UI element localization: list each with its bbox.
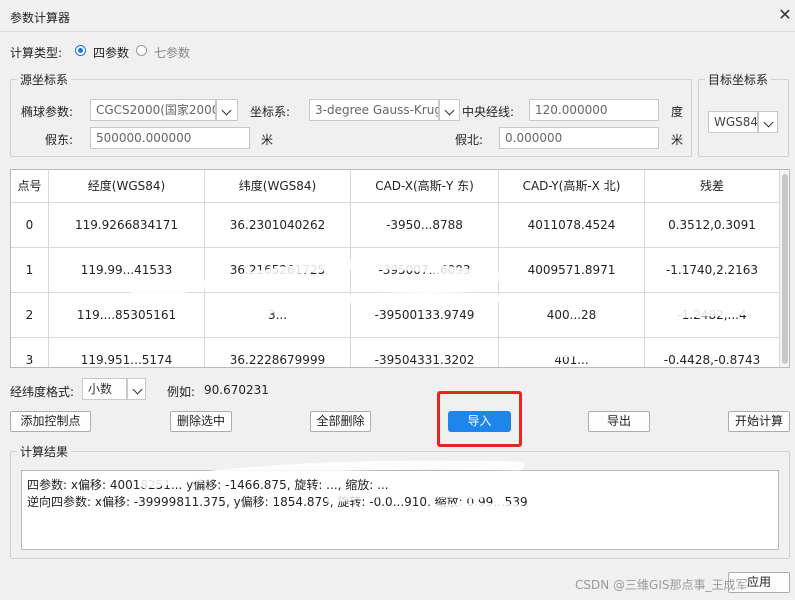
example-value: 90.670231 [204,383,269,397]
radio-four-param-label[interactable]: 四参数 [93,44,129,61]
false-east-unit: 米 [261,133,274,147]
table-cell[interactable]: 4009571.8971 [499,248,645,293]
column-header-latitude[interactable]: 纬度(WGS84) [205,170,351,203]
central-meridian-input[interactable]: 120.000000 [529,99,659,121]
table-cell[interactable]: 119.99...41533 [49,248,205,293]
export-button[interactable]: 导出 [588,411,650,432]
table-cell[interactable]: 1 [11,248,49,293]
table-cell[interactable]: 36.2165261725 [205,248,351,293]
radio-seven-param-label[interactable]: 七参数 [154,44,190,61]
radio-four-param[interactable] [75,45,86,56]
table-cell[interactable]: -39500133.9749 [351,293,499,338]
table-scrollbar-thumb[interactable] [782,174,788,364]
close-icon[interactable]: ✕ [776,6,794,24]
column-header-residual[interactable]: 残差 [645,170,780,203]
table-cell[interactable]: 36.2228679999 [205,338,351,367]
target-crs-dropdown-icon[interactable] [758,111,778,133]
add-control-point-button[interactable]: 添加控制点 [10,411,91,432]
table-cell[interactable]: 3 [11,338,49,367]
coord-format-label: 经纬度格式: [10,385,75,399]
watermark-text: CSDN @三维GIS那点事_王成军 [575,578,748,592]
crs-label: 坐标系: [250,105,291,119]
import-button[interactable]: 导入 [448,411,511,432]
table-cell[interactable]: 119.951...5174 [49,338,205,367]
false-north-input[interactable]: 0.000000 [499,127,659,149]
table-cell[interactable]: -1.1740,2.2163 [645,248,780,293]
delete-all-button[interactable]: 全部删除 [310,411,371,432]
table-cell[interactable]: -395007...6093 [351,248,499,293]
target-crs-title: 目标坐标系 [705,71,772,88]
calc-type-label: 计算类型: [10,46,63,60]
column-header-cad-y[interactable]: CAD-Y(高斯-X 北) [499,170,645,203]
crs-dropdown-icon[interactable] [439,99,460,121]
result-line-inverse-four-param: 逆向四参数: x偏移: -39999811.375, y偏移: 1854.879… [27,495,528,509]
table-cell[interactable]: 119....85305161 [49,293,205,338]
delete-selected-button[interactable]: 删除选中 [170,411,232,432]
result-line-four-param: 四参数: x偏移: 40018251... y偏移: -1466.875, 旋转… [27,478,389,492]
table-cell[interactable]: 119.9266834171 [49,203,205,248]
ellipsoid-dropdown-icon[interactable] [216,99,238,121]
false-east-input[interactable]: 500000.000000 [90,127,250,149]
target-crs-select[interactable]: WGS84 [708,111,758,133]
column-header-longitude[interactable]: 经度(WGS84) [49,170,205,203]
source-crs-title: 源坐标系 [17,71,72,88]
window-title: 参数计算器 [10,11,71,25]
radio-seven-param[interactable] [136,45,147,56]
crs-select[interactable]: 3-degree Gauss-Krug [309,99,439,121]
table-cell[interactable]: -0.4428,-0.8743 [645,338,780,367]
control-point-table: 点号 经度(WGS84) 纬度(WGS84) CAD-X(高斯-Y 东) CAD… [10,169,790,368]
table-cell[interactable]: -3950...8788 [351,203,499,248]
ellipsoid-select[interactable]: CGCS2000(国家2000) [90,99,216,121]
column-header-cad-x[interactable]: CAD-X(高斯-Y 东) [351,170,499,203]
central-meridian-label: 中央经线: [462,105,515,119]
column-header-point[interactable]: 点号 [11,170,49,203]
coord-format-select[interactable]: 小数 [82,378,127,400]
title-bar [0,0,795,32]
table-cell[interactable]: 3... [205,293,351,338]
table-cell[interactable]: 2 [11,293,49,338]
result-text-box[interactable]: 四参数: x偏移: 40018251... y偏移: -1466.875, 旋转… [21,470,779,550]
false-north-unit: 米 [671,133,684,147]
example-label: 例如: [167,385,196,399]
table-cell[interactable]: 401... [499,338,645,367]
result-title: 计算结果 [17,443,72,460]
start-calculation-button[interactable]: 开始计算 [728,411,790,432]
false-east-label: 假东: [45,133,74,147]
table-cell[interactable]: -39504331.3202 [351,338,499,367]
false-north-label: 假北: [455,133,484,147]
table-cell[interactable]: 0 [11,203,49,248]
table-cell[interactable]: 400...28 [499,293,645,338]
ellipsoid-label: 椭球参数: [21,105,74,119]
central-meridian-unit: 度 [671,105,684,119]
table-cell[interactable]: 36.2301040262 [205,203,351,248]
table-cell[interactable]: -1.2482,...4 [645,293,780,338]
table-cell[interactable]: 0.3512,0.3091 [645,203,780,248]
coord-format-dropdown-icon[interactable] [127,378,146,400]
table-cell[interactable]: 4011078.4524 [499,203,645,248]
